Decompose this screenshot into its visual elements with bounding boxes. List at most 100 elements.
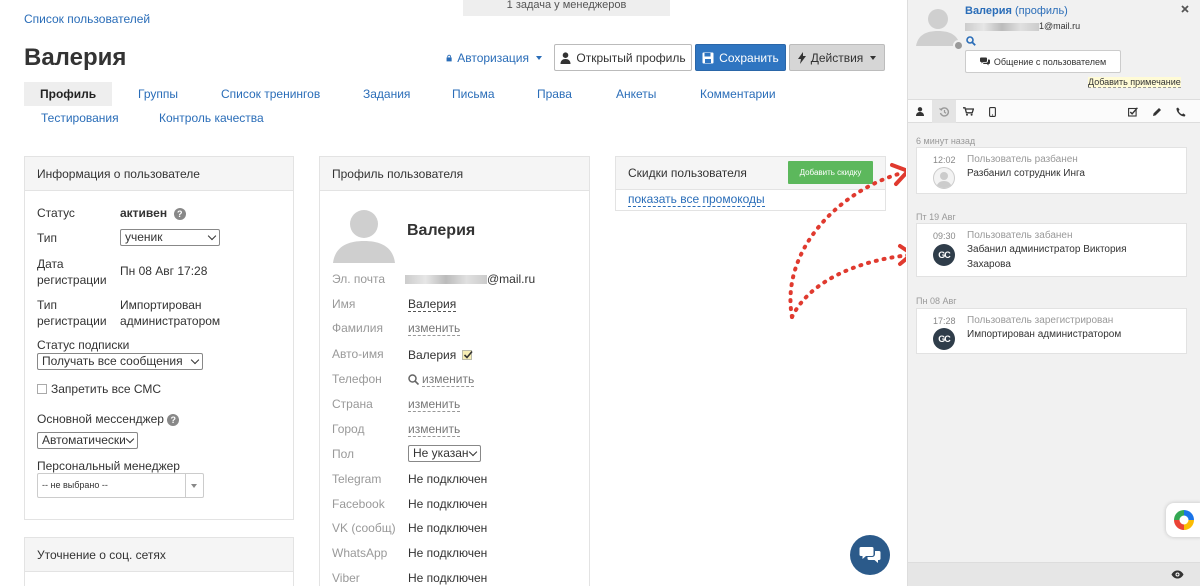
country-change[interactable]: изменить — [408, 397, 461, 412]
tab-rights[interactable]: Права — [537, 87, 572, 101]
check-icon — [464, 350, 473, 359]
authorization-dropdown[interactable]: Авторизация — [446, 44, 542, 71]
side-tab-notes[interactable] — [1145, 100, 1169, 123]
side-email-suffix: 1@mail.ru — [1039, 21, 1081, 31]
tab-groups[interactable]: Группы — [138, 87, 178, 101]
search-icon[interactable] — [966, 36, 976, 46]
close-icon[interactable] — [1181, 5, 1189, 13]
sms-checkbox[interactable] — [37, 384, 47, 394]
user-side-panel: Валерия (профиль) 1@mail.ru Общение с по… — [907, 0, 1200, 586]
user-icon — [560, 51, 571, 64]
breadcrumb-users-list[interactable]: Список пользователей — [24, 12, 150, 26]
profile-panel-title: Профиль пользователя — [320, 157, 589, 191]
manager-label: Персональный менеджер — [37, 459, 180, 473]
save-label: Сохранить — [719, 50, 779, 65]
facebook-value: Не подключен — [408, 497, 488, 511]
last-name-change[interactable]: изменить — [408, 321, 461, 336]
auto-name-checkbox[interactable] — [462, 350, 473, 360]
bolt-icon — [797, 51, 806, 64]
user-info-title: Информация о пользователе — [25, 157, 293, 191]
telegram-label: Telegram — [332, 472, 382, 486]
event-text-line-2: Захарова — [967, 259, 1011, 270]
city-change-link[interactable]: изменить — [408, 422, 461, 437]
event-time: 12:02 — [933, 155, 956, 165]
side-tab-orders[interactable] — [956, 100, 980, 123]
facebook-label: Facebook — [332, 497, 385, 511]
city-change[interactable]: изменить — [408, 422, 461, 437]
phone-value[interactable]: изменить — [408, 372, 475, 387]
add-note-link[interactable]: Добавить примечание — [1088, 77, 1181, 88]
task-banner[interactable]: 1 задача у менеджеров — [463, 0, 670, 16]
tab-trainings[interactable]: Список тренингов — [221, 87, 320, 101]
actions-dropdown[interactable]: Действия — [789, 44, 885, 71]
caret-down-icon — [190, 483, 197, 488]
type-label: Тип — [37, 231, 58, 245]
messenger-select-value: Автоматически — [42, 433, 126, 447]
side-user-email: 1@mail.ru — [965, 21, 1080, 31]
phone-change-link[interactable]: изменить — [422, 372, 475, 387]
tab-letters[interactable]: Письма — [452, 87, 495, 101]
gc-logo-icon: GC — [933, 244, 955, 266]
country-change-link[interactable]: изменить — [408, 397, 461, 412]
phone-icon — [1176, 107, 1186, 117]
reg-type-value-1: Импортирован — [120, 298, 202, 312]
side-user-name-link[interactable]: Валерия — [965, 5, 1012, 17]
first-name-link[interactable]: Валерия — [408, 297, 457, 312]
chat-with-user-button[interactable]: Общение с пользователем — [965, 50, 1121, 73]
chevron-down-icon — [207, 231, 217, 241]
side-profile-link[interactable]: (профиль) — [1015, 5, 1068, 17]
open-profile-button[interactable]: Открытый профиль — [554, 44, 692, 71]
tab-tasks[interactable]: Задания — [363, 87, 410, 101]
event-text: Импортирован администратором — [967, 329, 1122, 340]
gender-label: Пол — [332, 447, 355, 461]
side-bottom-bar — [908, 562, 1200, 586]
tab-comments[interactable]: Комментарии — [700, 87, 776, 101]
manager-select-value: -- не выбрано -- — [42, 480, 108, 490]
save-button[interactable]: Сохранить — [695, 44, 786, 71]
email-redacted — [405, 275, 487, 285]
reg-date-label: Дата регистрации — [37, 256, 107, 288]
colorful-app-icon — [1174, 510, 1194, 530]
type-select[interactable]: ученик — [120, 229, 220, 246]
last-name-change-link[interactable]: изменить — [408, 321, 461, 336]
tab-quality-control[interactable]: Контроль качества — [159, 111, 264, 125]
subscription-select[interactable]: Получать все сообщения — [37, 353, 203, 370]
event-text: Разбанил сотрудник Инга — [967, 168, 1085, 179]
auto-name-value: Валерия — [408, 348, 473, 362]
side-tab-history[interactable] — [932, 100, 956, 123]
help-icon[interactable]: ? — [167, 413, 180, 426]
first-name-value[interactable]: Валерия — [408, 297, 457, 312]
side-tab-user[interactable] — [908, 100, 932, 123]
side-tab-tasks[interactable] — [1121, 100, 1145, 123]
email-label: Эл. почта — [332, 272, 386, 286]
day-label: Пт 19 Авг — [916, 212, 956, 222]
day-label: 6 минут назад — [916, 136, 976, 146]
side-tab-calls[interactable] — [1169, 100, 1193, 123]
tab-surveys[interactable]: Анкеты — [616, 87, 656, 101]
side-tab-devices[interactable] — [980, 100, 1004, 123]
eye-icon[interactable] — [1171, 570, 1184, 579]
help-icon[interactable]: ? — [173, 207, 186, 220]
history-icon — [938, 106, 949, 117]
pencil-icon — [1153, 107, 1161, 116]
reg-date-value: Пн 08 Авг 17:28 — [120, 264, 208, 278]
messenger-select[interactable]: Автоматически — [37, 432, 138, 449]
event-type: Пользователь забанен — [967, 230, 1073, 241]
tab-testing[interactable]: Тестирования — [41, 111, 119, 125]
reg-date-label-2: регистрации — [37, 273, 107, 287]
whatsapp-label: WhatsApp — [332, 546, 388, 560]
side-avatar-placeholder-icon — [916, 9, 960, 46]
profile-name: Валерия — [407, 222, 476, 239]
chat-widget-button[interactable] — [850, 535, 890, 575]
sms-label: Запретить все СМС — [51, 382, 162, 396]
status-value-text: активен — [120, 206, 168, 220]
tab-profile[interactable]: Профиль — [24, 82, 113, 106]
lock-icon — [446, 54, 452, 61]
user-icon — [916, 107, 924, 116]
gender-select[interactable]: Не указан — [408, 445, 481, 462]
sms-option: Запретить все СМС — [37, 382, 161, 396]
show-promocodes-link[interactable]: показать все промокоды — [628, 193, 765, 207]
widget-launcher[interactable] — [1166, 503, 1200, 537]
manager-select[interactable]: -- не выбрано -- — [37, 473, 204, 498]
side-user-title: Валерия (профиль) — [965, 5, 1068, 17]
